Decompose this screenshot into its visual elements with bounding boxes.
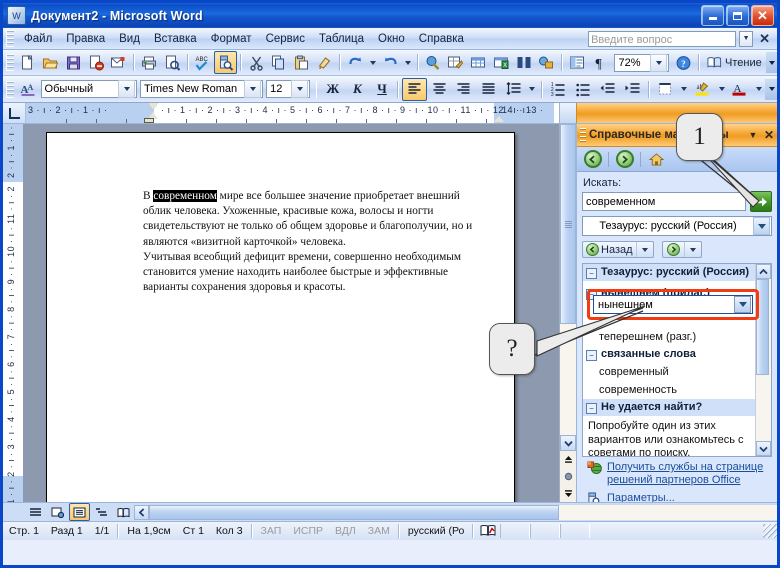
callout-question: ? bbox=[489, 323, 535, 375]
word-application-window: W Документ2 - Microsoft Word ✕ Файл Прав… bbox=[0, 0, 780, 568]
callout-1: 1 bbox=[676, 113, 723, 161]
callout-leader-lines bbox=[534, 151, 760, 357]
